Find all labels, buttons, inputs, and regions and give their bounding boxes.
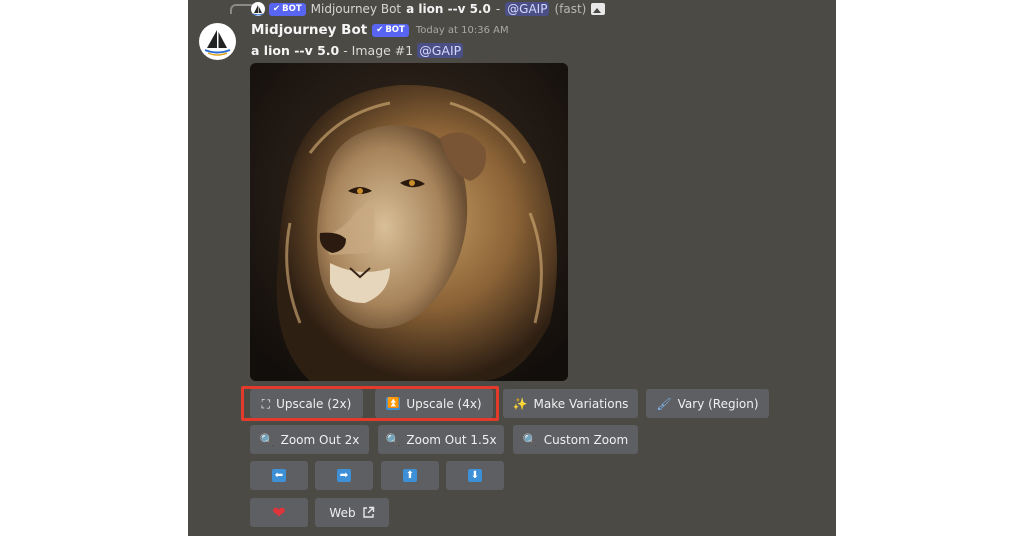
image-icon: [591, 3, 606, 15]
upscale-2x-label: Upscale (2x): [276, 396, 352, 411]
paintbrush-icon: 🖌: [656, 396, 672, 411]
sailboat-logo-icon: [204, 30, 231, 56]
make-variations-button[interactable]: ✨ Make Variations: [503, 389, 638, 418]
check-icon: ✔: [273, 3, 281, 14]
custom-zoom-button[interactable]: 🔍 Custom Zoom: [513, 425, 638, 454]
pan-down-button[interactable]: ⬇: [446, 461, 504, 490]
reply-preview[interactable]: ✔ BOT Midjourney Bot a lion --v 5.0 - @GA…: [269, 1, 606, 17]
image-label: - Image #1: [343, 43, 414, 58]
pan-left-button[interactable]: ⬅: [250, 461, 308, 490]
arrow-up-icon: ⬆: [403, 469, 417, 482]
favorite-button[interactable]: ❤: [250, 498, 308, 527]
pan-right-button[interactable]: ➡: [315, 461, 373, 490]
reply-mode: (fast): [554, 2, 587, 16]
custom-zoom-label: Custom Zoom: [543, 432, 629, 447]
user-mention[interactable]: @GAIP: [417, 43, 464, 58]
vary-region-button[interactable]: 🖌 Vary (Region): [646, 389, 769, 418]
bot-badge: ✔ BOT: [269, 2, 306, 16]
external-link-icon: [362, 506, 374, 518]
arrow-right-icon: ➡: [337, 469, 351, 482]
vary-region-label: Vary (Region): [677, 396, 759, 411]
check-icon: ✔: [376, 24, 384, 35]
up-arrow-icon: ⏫: [386, 397, 401, 410]
bot-badge: ✔ BOT: [372, 23, 409, 37]
zoom-out-1-5x-button[interactable]: 🔍 Zoom Out 1.5x: [378, 425, 504, 454]
magnifier-icon: 🔍: [385, 432, 401, 447]
message-content: a lion --v 5.0 - Image #1 @GAIP: [251, 43, 464, 58]
upscale-4x-label: Upscale (4x): [406, 396, 482, 411]
lion-illustration: [250, 63, 568, 381]
magnifier-icon: 🔍: [259, 432, 275, 447]
magnifier-icon: 🔍: [522, 432, 538, 447]
reply-prompt: a lion --v 5.0: [406, 2, 491, 16]
web-link-button[interactable]: Web: [315, 498, 389, 527]
arrow-down-icon: ⬇: [468, 469, 482, 482]
zoom-out-2x-label: Zoom Out 2x: [280, 432, 360, 447]
expand-arrows-icon: ⛶: [261, 396, 271, 411]
author-name[interactable]: Midjourney Bot: [251, 22, 367, 38]
web-label: Web: [329, 505, 356, 520]
timestamp: Today at 10:36 AM: [415, 24, 509, 36]
reply-mention[interactable]: @GAIP: [505, 2, 550, 16]
upscale-4x-button[interactable]: ⏫ Upscale (4x): [375, 389, 493, 418]
pan-up-button[interactable]: ⬆: [381, 461, 439, 490]
generated-lion-image[interactable]: [250, 63, 568, 381]
upscale-2x-button[interactable]: ⛶ Upscale (2x): [250, 389, 363, 418]
sparkle-wand-icon: ✨: [512, 396, 528, 411]
make-variations-label: Make Variations: [533, 396, 629, 411]
reply-separator: -: [495, 2, 501, 16]
message-header: Midjourney Bot ✔ BOT Today at 10:36 AM: [251, 22, 509, 38]
heart-icon: ❤: [272, 502, 286, 522]
arrow-left-icon: ⬅: [272, 469, 286, 482]
avatar[interactable]: [199, 23, 236, 60]
zoom-out-2x-button[interactable]: 🔍 Zoom Out 2x: [250, 425, 369, 454]
zoom-out-1-5x-label: Zoom Out 1.5x: [406, 432, 497, 447]
prompt-text: a lion --v 5.0: [251, 43, 340, 58]
reply-avatar[interactable]: [251, 2, 265, 16]
reply-author[interactable]: Midjourney Bot: [311, 2, 402, 16]
